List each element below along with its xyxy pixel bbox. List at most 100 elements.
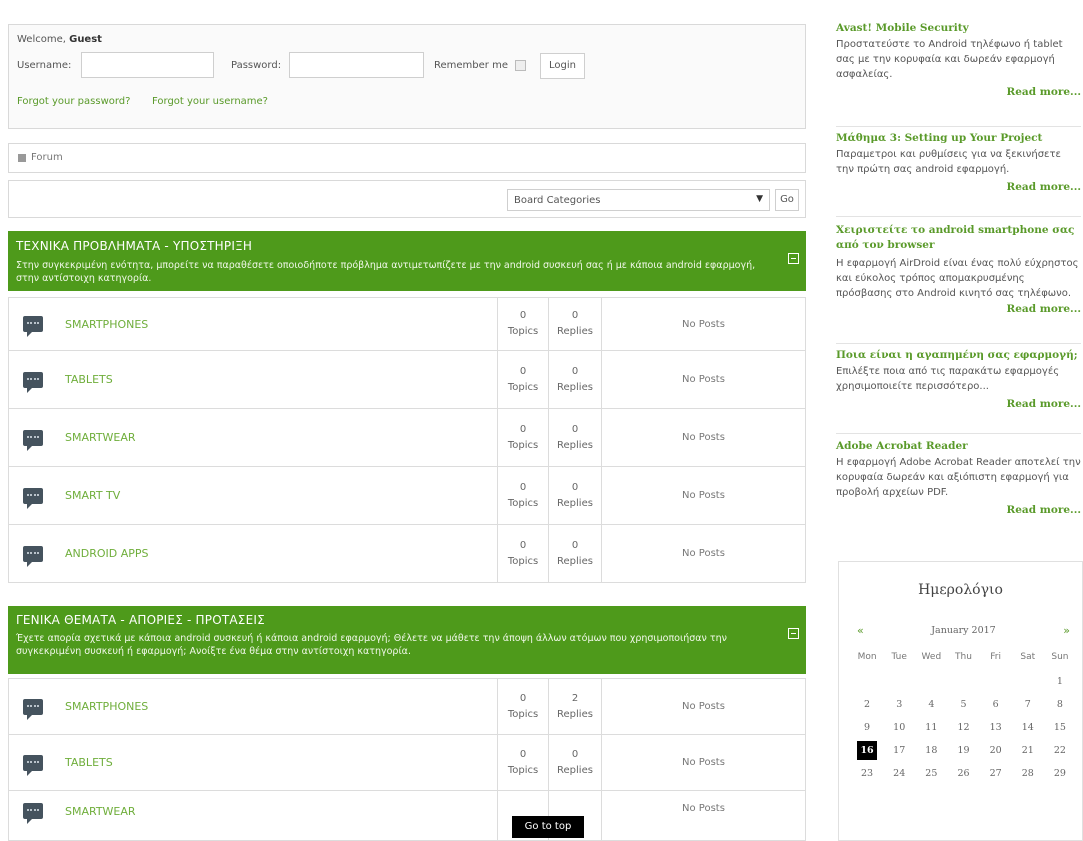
calendar-day[interactable]: 24 (883, 762, 915, 785)
forum-link[interactable]: ANDROID APPS (65, 547, 149, 560)
calendar-day[interactable] (915, 670, 947, 693)
calendar-day[interactable]: 29 (1044, 762, 1076, 785)
table-row: SMARTPHONES 0 Topics 0 Replies No Posts (8, 297, 806, 351)
last-post: No Posts (601, 350, 806, 409)
breadcrumb-forum-link[interactable]: Forum (31, 152, 63, 163)
calendar-day[interactable]: 20 (980, 739, 1012, 762)
last-post: No Posts (601, 466, 806, 525)
calendar-day[interactable]: 9 (851, 716, 883, 739)
forum-chat-icon (23, 316, 43, 337)
article-title[interactable]: Avast! Mobile Security (836, 22, 1081, 34)
board-category-select[interactable]: Board Categories ▼ (507, 189, 770, 211)
replies-count: 0 (571, 365, 579, 377)
article-title[interactable]: Χειριστείτε το android smartphone σας απ… (836, 223, 1081, 253)
calendar-next-icon[interactable]: » (1063, 624, 1070, 637)
topics-label: Topics (507, 555, 539, 567)
replies-count: 0 (571, 310, 579, 321)
article-text: Η εφαρμογή Adobe Acrobat Reader αποτελεί… (836, 457, 1081, 498)
topics-label: Topics (507, 764, 539, 776)
password-input[interactable] (289, 52, 424, 78)
read-more-link[interactable]: Read more... (836, 398, 1082, 410)
category-description: Έχετε απορία σχετικά με κάποια android σ… (16, 633, 727, 657)
category-header[interactable]: ΓΕΝΙΚΑ ΘΕΜΑΤΑ - ΑΠΟΡΙΕΣ - ΠΡΟΤΑΣΕΙΣ Έχετ… (8, 606, 806, 674)
read-more-link[interactable]: Read more... (836, 303, 1082, 315)
calendar-day[interactable] (1012, 670, 1044, 693)
article-title[interactable]: Μάθημα 3: Setting up Your Project (836, 132, 1081, 144)
calendar-day[interactable]: 19 (947, 739, 979, 762)
calendar-day[interactable]: 2 (851, 693, 883, 716)
sidebar-article: Avast! Mobile Security Προστατεύστε το A… (836, 22, 1081, 98)
calendar-day[interactable]: 7 (1012, 693, 1044, 716)
collapse-icon[interactable] (788, 628, 799, 639)
calendar-day[interactable]: 25 (915, 762, 947, 785)
forum-link[interactable]: SMART TV (65, 489, 120, 502)
forum-link[interactable]: TABLETS (65, 756, 113, 769)
calendar-day[interactable]: 22 (1044, 739, 1076, 762)
calendar-day[interactable]: 27 (980, 762, 1012, 785)
topics-count: 0 (519, 692, 527, 704)
calendar-day[interactable]: 26 (947, 762, 979, 785)
article-text: Προστατεύστε το Android τηλέφωνο ή table… (836, 39, 1063, 80)
forum-link[interactable]: SMARTPHONES (65, 700, 148, 713)
calendar-day[interactable] (980, 670, 1012, 693)
forum-link[interactable]: SMARTWEAR (65, 805, 136, 818)
calendar-day[interactable] (851, 670, 883, 693)
calendar-day[interactable]: 28 (1012, 762, 1044, 785)
replies-label: Replies (557, 439, 593, 451)
forum-link[interactable]: TABLETS (65, 373, 113, 386)
calendar-day[interactable]: 18 (915, 739, 947, 762)
calendar-day[interactable]: 13 (980, 716, 1012, 739)
username-input[interactable] (81, 52, 214, 78)
category-header[interactable]: ΤΕΧΝΙΚΑ ΠΡΟΒΛΗΜΑΤΑ - ΥΠΟΣΤΗΡΙΞΗ Στην συγ… (8, 231, 806, 291)
welcome-text: Welcome, Guest (17, 34, 102, 45)
calendar-day[interactable]: 12 (947, 716, 979, 739)
calendar-widget: « January 2017 » Mon Tue Wed Thu Fri Sat… (851, 622, 1076, 785)
collapse-icon[interactable] (788, 253, 799, 264)
table-row: SMARTWEAR No Posts (8, 790, 806, 841)
calendar-day[interactable]: 10 (883, 716, 915, 739)
calendar-day[interactable]: 4 (915, 693, 947, 716)
forum-link[interactable]: SMARTWEAR (65, 431, 136, 444)
divider (836, 216, 1081, 217)
calendar-day[interactable]: 5 (947, 693, 979, 716)
calendar-day[interactable]: 17 (883, 739, 915, 762)
divider (836, 126, 1081, 127)
calendar-day[interactable] (947, 670, 979, 693)
board-category-selected: Board Categories (514, 195, 601, 206)
topics-count: 0 (519, 748, 527, 760)
go-to-top-button[interactable]: Go to top (512, 816, 584, 838)
forgot-password-link[interactable]: Forgot your password? (17, 96, 130, 107)
calendar-day[interactable]: 23 (851, 762, 883, 785)
table-row: TABLETS 0 Topics 0 Replies No Posts (8, 350, 806, 409)
chevron-down-icon: ▼ (756, 194, 763, 204)
calendar-day[interactable]: 15 (1044, 716, 1076, 739)
article-title[interactable]: Ποια είναι η αγαπημένη σας εφαρμογή; (836, 349, 1081, 361)
calendar-day[interactable]: 1 (1044, 670, 1076, 693)
replies-label: Replies (557, 555, 593, 567)
login-button[interactable]: Login (540, 53, 585, 79)
forum-link[interactable]: SMARTPHONES (65, 318, 148, 331)
calendar-day[interactable]: 14 (1012, 716, 1044, 739)
remember-checkbox[interactable] (515, 60, 526, 71)
article-text: Η εφαρμογή AirDroid είναι ένας πολύ εύχρ… (836, 258, 1079, 299)
calendar-day[interactable]: 8 (1044, 693, 1076, 716)
article-title[interactable]: Adobe Acrobat Reader (836, 440, 1081, 452)
read-more-link[interactable]: Read more... (836, 86, 1082, 98)
weekday-label: Tue (891, 652, 907, 662)
forgot-username-link[interactable]: Forgot your username? (152, 96, 268, 107)
calendar-day[interactable]: 3 (883, 693, 915, 716)
read-more-link[interactable]: Read more... (836, 504, 1082, 516)
calendar-day[interactable]: 11 (915, 716, 947, 739)
read-more-link[interactable]: Read more... (836, 181, 1082, 193)
go-button[interactable]: Go (775, 189, 799, 211)
sidebar-article: Μάθημα 3: Setting up Your Project Παραμε… (836, 132, 1081, 193)
forum-icon (18, 154, 26, 162)
category-title[interactable]: ΓΕΝΙΚΑ ΘΕΜΑΤΑ - ΑΠΟΡΙΕΣ - ΠΡΟΤΑΣΕΙΣ (16, 613, 265, 627)
welcome-user: Guest (69, 34, 102, 45)
calendar-day[interactable]: 6 (980, 693, 1012, 716)
category-title[interactable]: ΤΕΧΝΙΚΑ ΠΡΟΒΛΗΜΑΤΑ - ΥΠΟΣΤΗΡΙΞΗ (16, 239, 252, 253)
calendar-day-today[interactable]: 16 (851, 739, 883, 762)
calendar-day[interactable] (883, 670, 915, 693)
calendar-day[interactable]: 21 (1012, 739, 1044, 762)
calendar-month: January 2017 (931, 625, 996, 636)
